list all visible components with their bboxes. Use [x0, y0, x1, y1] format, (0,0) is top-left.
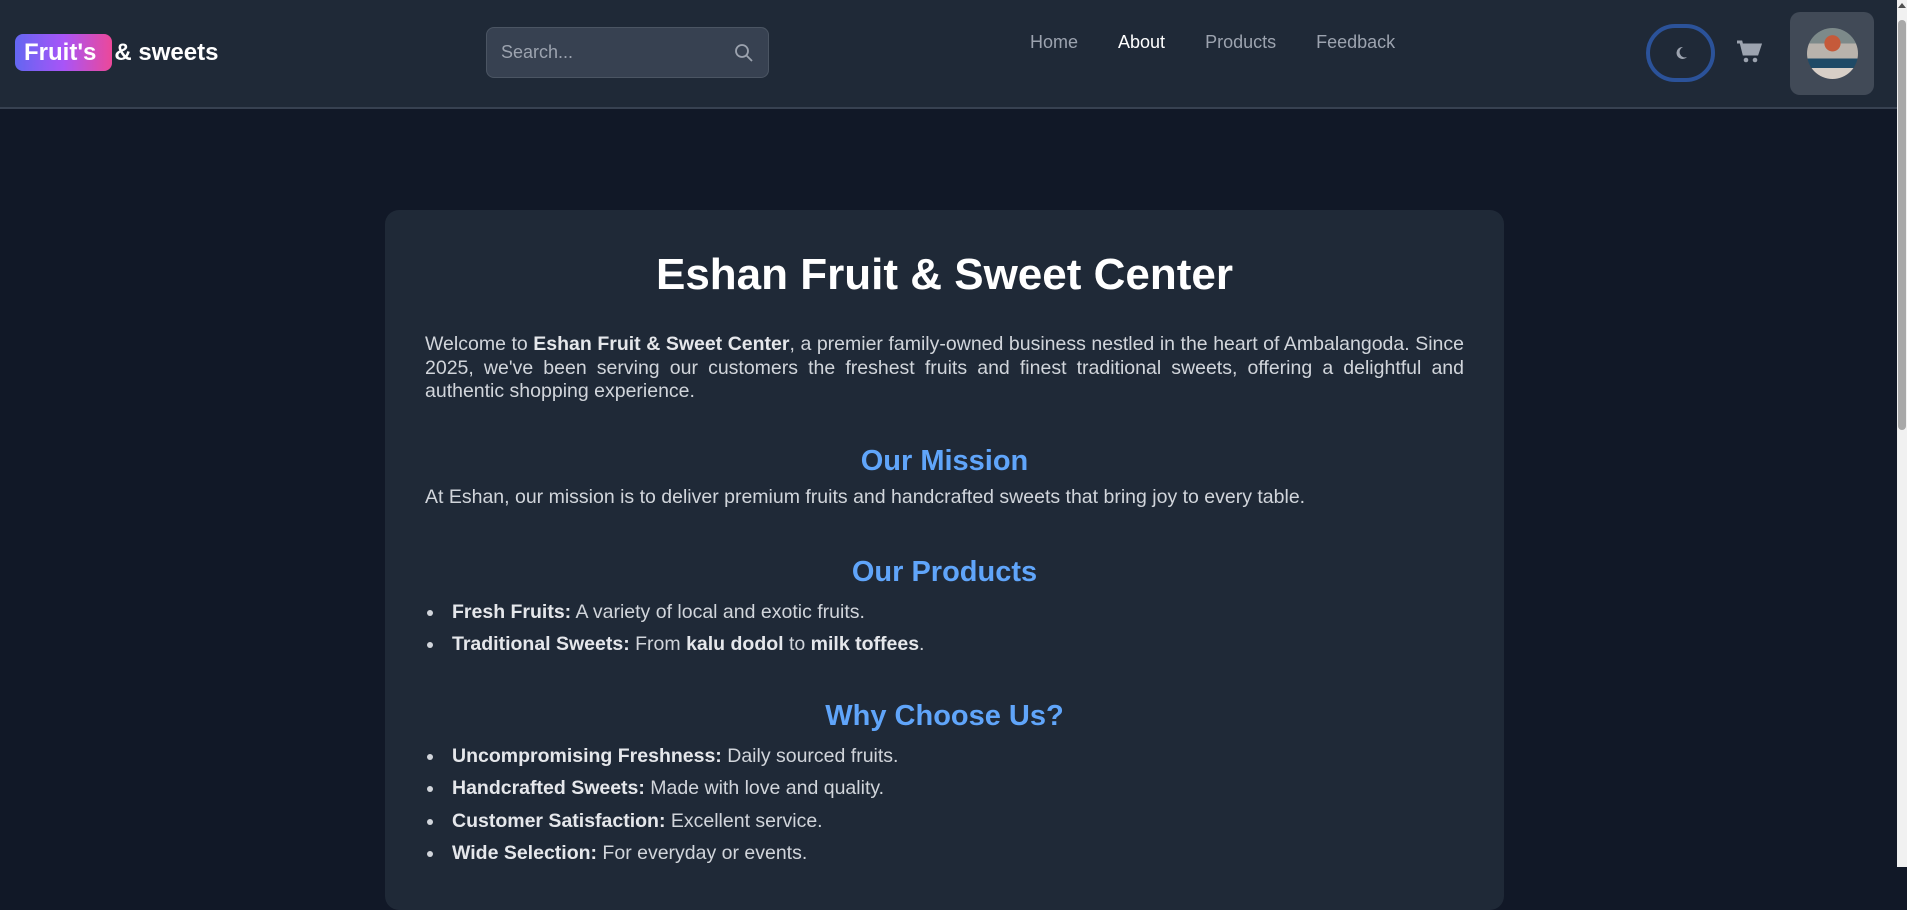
- search-icon[interactable]: [734, 43, 754, 63]
- why-heading: Why Choose Us?: [825, 699, 1064, 732]
- list-item: Uncompromising Freshness: Daily sourced …: [425, 740, 1464, 773]
- scrollbar-thumb[interactable]: [1898, 20, 1906, 430]
- list-item: Wide Selection: For everyday or events.: [425, 837, 1464, 870]
- main-nav: Home About Products Feedback: [1030, 32, 1395, 53]
- products-heading: Our Products: [851, 555, 1038, 588]
- theme-toggle-button[interactable]: [1646, 24, 1715, 82]
- list-item: Customer Satisfaction: Excellent service…: [425, 805, 1464, 838]
- nav-feedback[interactable]: Feedback: [1316, 32, 1395, 53]
- search-input[interactable]: [501, 42, 734, 63]
- intro-paragraph: Welcome to Eshan Fruit & Sweet Center, a…: [425, 333, 1464, 402]
- mission-text: At Eshan, our mission is to deliver prem…: [425, 485, 1306, 508]
- products-list: Fresh Fruits: A variety of local and exo…: [425, 596, 1464, 661]
- moon-icon: [1676, 46, 1687, 59]
- page-title: Eshan Fruit & Sweet Center: [655, 250, 1233, 299]
- list-item: Handcrafted Sweets: Made with love and q…: [425, 772, 1464, 805]
- nav-home[interactable]: Home: [1030, 32, 1078, 53]
- cart-icon: [1737, 40, 1763, 63]
- search-box: [486, 27, 769, 78]
- top-navbar: Fruit's & sweets Home About Products Fee…: [0, 0, 1897, 109]
- about-card: Eshan Fruit & Sweet Center Welcome to Es…: [385, 210, 1504, 910]
- nav-about[interactable]: About: [1118, 32, 1165, 53]
- cart-button[interactable]: [1736, 40, 1763, 69]
- logo-text: & sweets: [114, 38, 219, 66]
- mission-heading: Our Mission: [860, 444, 1029, 477]
- logo[interactable]: Fruit's & sweets: [15, 34, 218, 71]
- nav-products[interactable]: Products: [1205, 32, 1276, 53]
- list-item: Traditional Sweets: From kalu dodol to m…: [425, 628, 1464, 661]
- why-list: Uncompromising Freshness: Daily sourced …: [425, 740, 1464, 870]
- scroll-up-arrow-icon[interactable]: [1898, 3, 1906, 8]
- logo-badge: Fruit's: [15, 34, 113, 71]
- avatar: [1806, 28, 1858, 79]
- scrollbar[interactable]: [1897, 0, 1907, 867]
- list-item: Fresh Fruits: A variety of local and exo…: [425, 596, 1464, 629]
- profile-button[interactable]: [1790, 12, 1874, 95]
